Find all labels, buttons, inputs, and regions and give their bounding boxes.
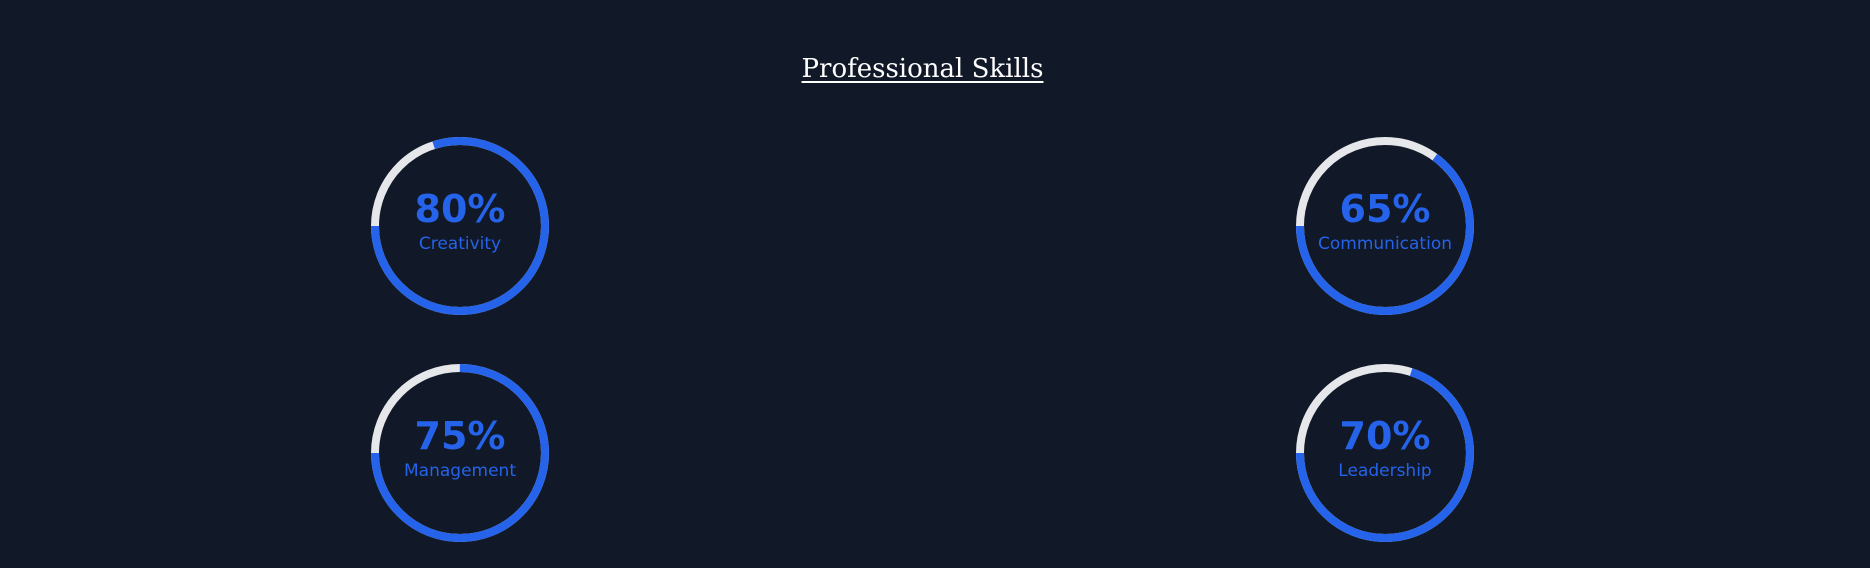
skill-name: Management bbox=[404, 461, 516, 481]
skill-percent: 80% bbox=[414, 187, 506, 231]
skill-name: Communication bbox=[1318, 234, 1452, 254]
skill-gauge-communication: 65% Communication bbox=[1295, 136, 1475, 316]
skill-gauge-management: 75% Management bbox=[370, 363, 550, 543]
skill-gauge-leadership: 70% Leadership bbox=[1295, 363, 1475, 543]
skill-gauge-creativity: 80% Creativity bbox=[370, 136, 550, 316]
skill-percent: 70% bbox=[1339, 414, 1431, 458]
skill-name: Leadership bbox=[1338, 461, 1432, 481]
section-title: Professional Skills bbox=[801, 54, 1044, 84]
skill-percent: 65% bbox=[1339, 187, 1431, 231]
skill-percent: 75% bbox=[414, 414, 506, 458]
skill-name: Creativity bbox=[418, 234, 502, 254]
